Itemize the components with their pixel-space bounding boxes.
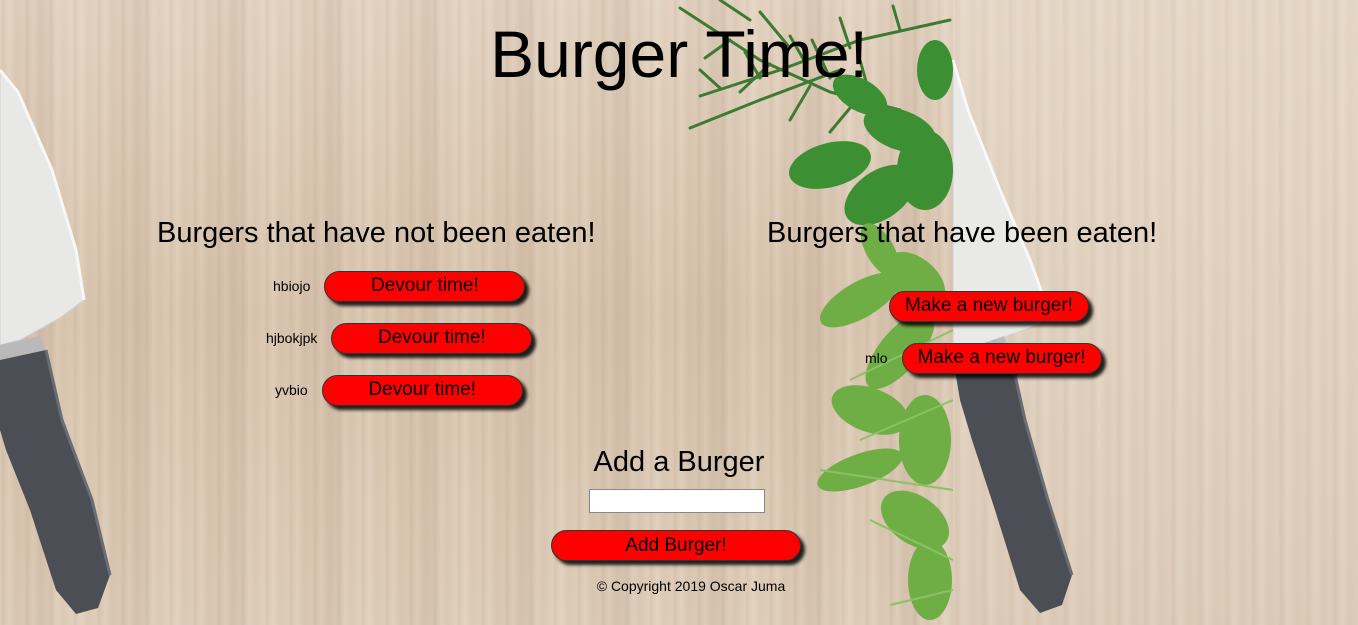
- uneaten-heading: Burgers that have not been eaten!: [157, 217, 596, 249]
- list-item: mlo Make a new burger!: [865, 342, 1102, 374]
- copyright-footer: © Copyright 2019 Oscar Juma: [596, 578, 786, 594]
- devour-button[interactable]: Devour time!: [331, 322, 533, 354]
- add-burger-heading: Add a Burger: [593, 446, 765, 478]
- devour-button[interactable]: Devour time!: [324, 270, 526, 302]
- left-knife-icon: [0, 69, 112, 614]
- make-new-burger-button[interactable]: Make a new burger!: [889, 290, 1089, 322]
- arugula-icon: [817, 223, 952, 620]
- add-burger-button[interactable]: Add Burger!: [551, 530, 801, 561]
- list-item: yvbio Devour time!: [275, 374, 523, 406]
- burger-name: hjbokjpk: [266, 330, 318, 346]
- eaten-heading: Burgers that have been eaten!: [767, 217, 1158, 249]
- right-knife-icon: [951, 59, 1074, 613]
- list-item: hbiojo Devour time!: [273, 270, 526, 302]
- burger-name: hbiojo: [273, 278, 311, 294]
- page-title: Burger Time!: [490, 17, 868, 91]
- devour-button[interactable]: Devour time!: [321, 374, 523, 406]
- make-new-burger-button[interactable]: Make a new burger!: [901, 342, 1102, 374]
- list-item: Make a new burger!: [889, 290, 1089, 322]
- burger-name: mlo: [865, 350, 888, 366]
- list-item: hjbokjpk Devour time!: [266, 322, 533, 354]
- burger-name-input[interactable]: [589, 489, 765, 513]
- burger-name: yvbio: [275, 382, 308, 398]
